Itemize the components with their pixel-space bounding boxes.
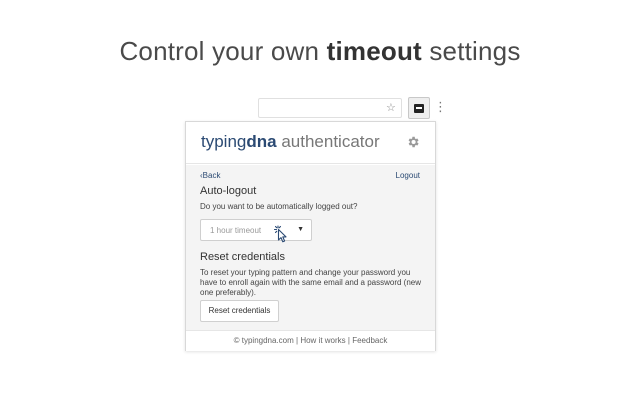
browser-menu-icon[interactable]: ⋮ <box>434 99 447 115</box>
headline: Control your own timeout settings <box>0 36 640 67</box>
logo-part-dna: dna <box>246 132 277 151</box>
timeout-select-value: 1 hour timeout <box>210 226 262 235</box>
back-link[interactable]: ‹Back <box>200 171 220 180</box>
auto-logout-question: Do you want to be automatically logged o… <box>200 202 358 211</box>
headline-suffix: settings <box>421 36 521 66</box>
auto-logout-title: Auto-logout <box>200 185 257 197</box>
gear-icon[interactable] <box>406 135 420 149</box>
popup-body: ‹Back Logout Auto-logout Do you want to … <box>186 165 435 330</box>
footer-how-it-works-link[interactable]: How it works <box>300 336 345 345</box>
headline-bold: timeout <box>326 36 422 66</box>
reset-credentials-description: To reset your typing pattern and change … <box>200 268 422 297</box>
dna-badge-icon <box>414 104 424 113</box>
logo-part-authenticator: authenticator <box>276 132 380 151</box>
footer-feedback-link[interactable]: Feedback <box>352 336 387 345</box>
headline-prefix: Control your own <box>119 36 327 66</box>
timeout-select[interactable]: 1 hour timeout ▼ <box>200 219 312 243</box>
star-icon[interactable]: ☆ <box>386 101 396 115</box>
dropdown-arrow-icon: ▼ <box>297 226 304 233</box>
logout-link[interactable]: Logout <box>396 171 420 180</box>
click-cursor-icon <box>274 225 287 243</box>
footer-site-link[interactable]: © typingdna.com <box>234 336 294 345</box>
reset-credentials-title: Reset credentials <box>200 251 285 263</box>
popup-footer: © typingdna.com | How it works | Feedbac… <box>186 330 435 351</box>
popup-header: typingdna authenticator <box>186 122 435 164</box>
address-bar[interactable]: ☆ <box>258 98 402 118</box>
back-label: Back <box>202 171 221 180</box>
browser-toolbar: ☆ ⋮ <box>258 97 447 119</box>
extension-popup: typingdna authenticator ‹Back Logout Aut… <box>185 121 436 351</box>
reset-credentials-button[interactable]: Reset credentials <box>200 300 279 322</box>
typingdna-logo: typingdna authenticator <box>201 131 380 153</box>
dna-extension-icon[interactable] <box>408 97 430 119</box>
logo-part-typing: typing <box>201 132 247 151</box>
